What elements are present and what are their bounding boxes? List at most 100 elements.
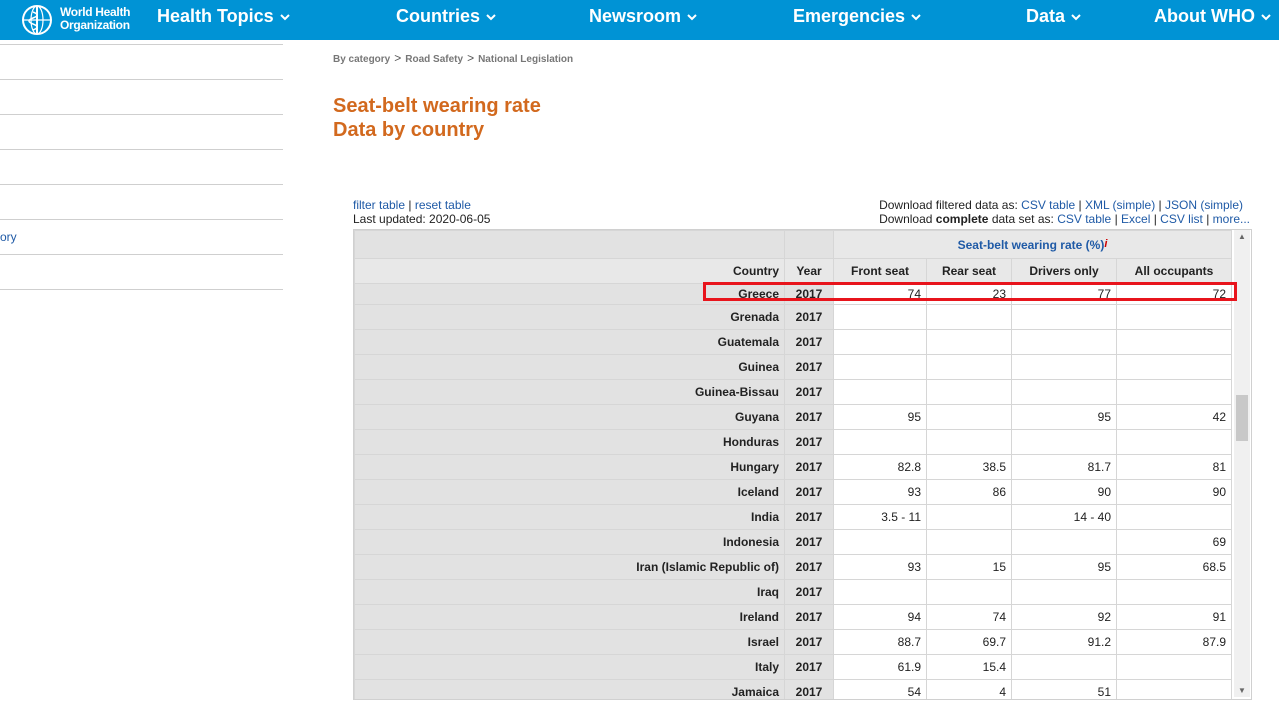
table-cell: 23 [926,283,1012,305]
table-cell [926,329,1012,355]
nav-countries[interactable]: Countries [396,6,496,27]
column-header-country[interactable]: Country [354,258,785,284]
table-cell [1011,579,1117,605]
table-cell [833,429,927,455]
info-icon[interactable]: i [1104,238,1107,250]
table-cell: 69 [1116,529,1232,555]
filter-table-link[interactable]: filter table [353,198,405,212]
table-cell: Hungary [354,454,785,480]
table-cell: 14 - 40 [1011,504,1117,530]
table-cell: 2017 [784,304,834,330]
breadcrumb-road-safety[interactable]: Road Safety [405,54,463,65]
download-xml-link[interactable]: XML (simple) [1085,198,1155,212]
download-complete-csv-table-link[interactable]: CSV table [1057,212,1111,226]
table-cell: 2017 [784,479,834,505]
table-cell: 2017 [784,454,834,480]
chevron-down-icon [687,14,697,21]
table-cell: 77 [1011,283,1117,305]
table-cell: 42 [1116,404,1232,430]
table-cell: 2017 [784,679,834,699]
table-cell: 2017 [784,579,834,605]
table-cell: 2017 [784,404,834,430]
column-header-year[interactable]: Year [784,258,834,284]
breadcrumb: By category > Road Safety > National Legisla… [333,51,574,65]
table-cell [833,379,927,405]
table-cell: 3.5 - 11 [833,504,927,530]
table-cell: Grenada [354,304,785,330]
table-cell: Greece [354,283,785,305]
table-cell: 81 [1116,454,1232,480]
chevron-down-icon [1261,14,1271,21]
table-cell [926,504,1012,530]
table-row: Hungary 2017 82.8 38.5 81.7 81 [354,454,1232,480]
table-cell: India [354,504,785,530]
table-cell: Israel [354,629,785,655]
sidebar-item[interactable] [0,255,283,290]
table-cell: 95 [1011,404,1117,430]
nav-emergencies[interactable]: Emergencies [793,6,921,27]
table-cell: 2017 [784,329,834,355]
table-cell: 82.8 [833,454,927,480]
sidebar-item[interactable] [0,150,283,185]
table-cell: 2017 [784,283,834,305]
sidebar-item[interactable]: ory [0,220,283,255]
download-excel-link[interactable]: Excel [1121,212,1150,226]
download-csv-table-link[interactable]: CSV table [1021,198,1075,212]
chevron-down-icon [1071,14,1081,21]
table-cell: 91 [1116,604,1232,630]
table-cell [1116,429,1232,455]
table-row: Italy 2017 61.9 15.4 [354,654,1232,680]
table-row: Guinea-Bissau 2017 [354,379,1232,405]
column-header-all-occupants[interactable]: All occupants [1116,258,1232,284]
reset-table-link[interactable]: reset table [415,198,471,212]
page-title-line1: Seat-belt wearing rate [333,95,541,117]
data-table: Seat-belt wearing rate (%)i Country Year… [354,230,1232,699]
table-row: Guyana 2017 95 95 42 [354,404,1232,430]
table-cell: Guatemala [354,329,785,355]
breadcrumb-national-legislation[interactable]: National Legislation [478,54,573,65]
breadcrumb-by-category[interactable]: By category [333,54,390,65]
table-cell: Iceland [354,479,785,505]
table-row: Honduras 2017 [354,429,1232,455]
column-header-front-seat[interactable]: Front seat [833,258,927,284]
table-cell [1011,429,1117,455]
table-cell: 2017 [784,529,834,555]
sidebar-item[interactable] [0,80,283,115]
table-row: Iraq 2017 [354,579,1232,605]
column-header-drivers-only[interactable]: Drivers only [1011,258,1117,284]
nav-data[interactable]: Data [1026,6,1081,27]
column-header-rear-seat[interactable]: Rear seat [926,258,1012,284]
table-cell: Ireland [354,604,785,630]
scroll-down-arrow-icon[interactable]: ▼ [1238,686,1246,695]
sidebar-item[interactable] [0,185,283,220]
table-cell [1116,354,1232,380]
sidebar-item[interactable] [0,44,283,80]
nav-about-who[interactable]: About WHO [1154,6,1271,27]
download-more-link[interactable]: more... [1213,212,1250,226]
scroll-up-arrow-icon[interactable]: ▲ [1238,232,1246,241]
download-json-link[interactable]: JSON (simple) [1165,198,1243,212]
table-row: Indonesia 2017 69 [354,529,1232,555]
table-cell [1116,654,1232,680]
who-logo[interactable]: World Health Organization [18,2,138,38]
table-row: India 2017 3.5 - 11 14 - 40 [354,504,1232,530]
table-cell [1011,379,1117,405]
org-name-line2: Organization [60,18,130,32]
page-title: Seat-belt wearing rate Data by country [333,94,541,142]
table-cell [833,304,927,330]
nav-newsroom[interactable]: Newsroom [589,6,697,27]
table-cell [926,429,1012,455]
table-scrollbar[interactable]: ▲ ▼ [1234,230,1250,697]
table-cell: 2017 [784,654,834,680]
nav-health-topics[interactable]: Health Topics [157,6,290,27]
top-navigation: World Health Organization Health Topics … [0,0,1279,40]
sidebar-item[interactable] [0,115,283,150]
download-options: Download filtered data as: CSV table | X… [879,198,1250,226]
table-row: Guatemala 2017 [354,329,1232,355]
table-cell [926,579,1012,605]
table-cell: 68.5 [1116,554,1232,580]
table-cell: 4 [926,679,1012,699]
table-cell: 2017 [784,504,834,530]
download-csv-list-link[interactable]: CSV list [1160,212,1203,226]
scrollbar-thumb[interactable] [1236,395,1248,441]
